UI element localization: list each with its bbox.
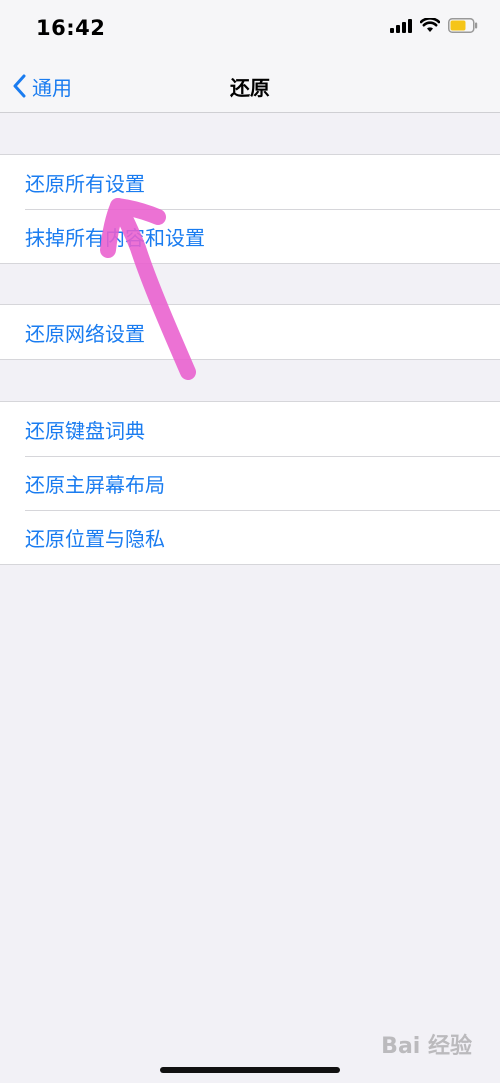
status-icons bbox=[390, 18, 478, 33]
reset-home-screen-layout-row[interactable]: 还原主屏幕布局 bbox=[0, 456, 500, 510]
reset-location-privacy-row[interactable]: 还原位置与隐私 bbox=[0, 510, 500, 564]
settings-group-misc: 还原键盘词典 还原主屏幕布局 还原位置与隐私 bbox=[0, 401, 500, 565]
status-bar: 16:42 bbox=[0, 0, 500, 60]
home-indicator[interactable] bbox=[160, 1067, 340, 1073]
erase-all-content-row[interactable]: 抹掉所有内容和设置 bbox=[0, 209, 500, 263]
row-label: 还原网络设置 bbox=[25, 321, 145, 346]
status-time: 16:42 bbox=[36, 16, 106, 40]
navigation-bar: 通用 还原 bbox=[0, 60, 500, 113]
settings-group-reset: 还原所有设置 抹掉所有内容和设置 bbox=[0, 154, 500, 264]
wifi-icon bbox=[420, 18, 440, 33]
row-label: 还原位置与隐私 bbox=[25, 526, 165, 551]
watermark-text: Bai 经验 bbox=[381, 1034, 472, 1059]
reset-all-settings-row[interactable]: 还原所有设置 bbox=[0, 155, 500, 209]
battery-icon bbox=[448, 18, 478, 33]
signal-icon bbox=[390, 18, 412, 33]
watermark-logo: Bai 经验 bbox=[381, 1028, 472, 1060]
reset-network-settings-row[interactable]: 还原网络设置 bbox=[0, 305, 500, 359]
reset-keyboard-dictionary-row[interactable]: 还原键盘词典 bbox=[0, 402, 500, 456]
page-title: 还原 bbox=[230, 76, 270, 100]
row-label: 还原主屏幕布局 bbox=[25, 472, 165, 497]
row-label: 还原键盘词典 bbox=[25, 418, 145, 443]
settings-group-network: 还原网络设置 bbox=[0, 304, 500, 360]
row-label: 抹掉所有内容和设置 bbox=[25, 225, 205, 250]
row-label: 还原所有设置 bbox=[25, 171, 145, 196]
